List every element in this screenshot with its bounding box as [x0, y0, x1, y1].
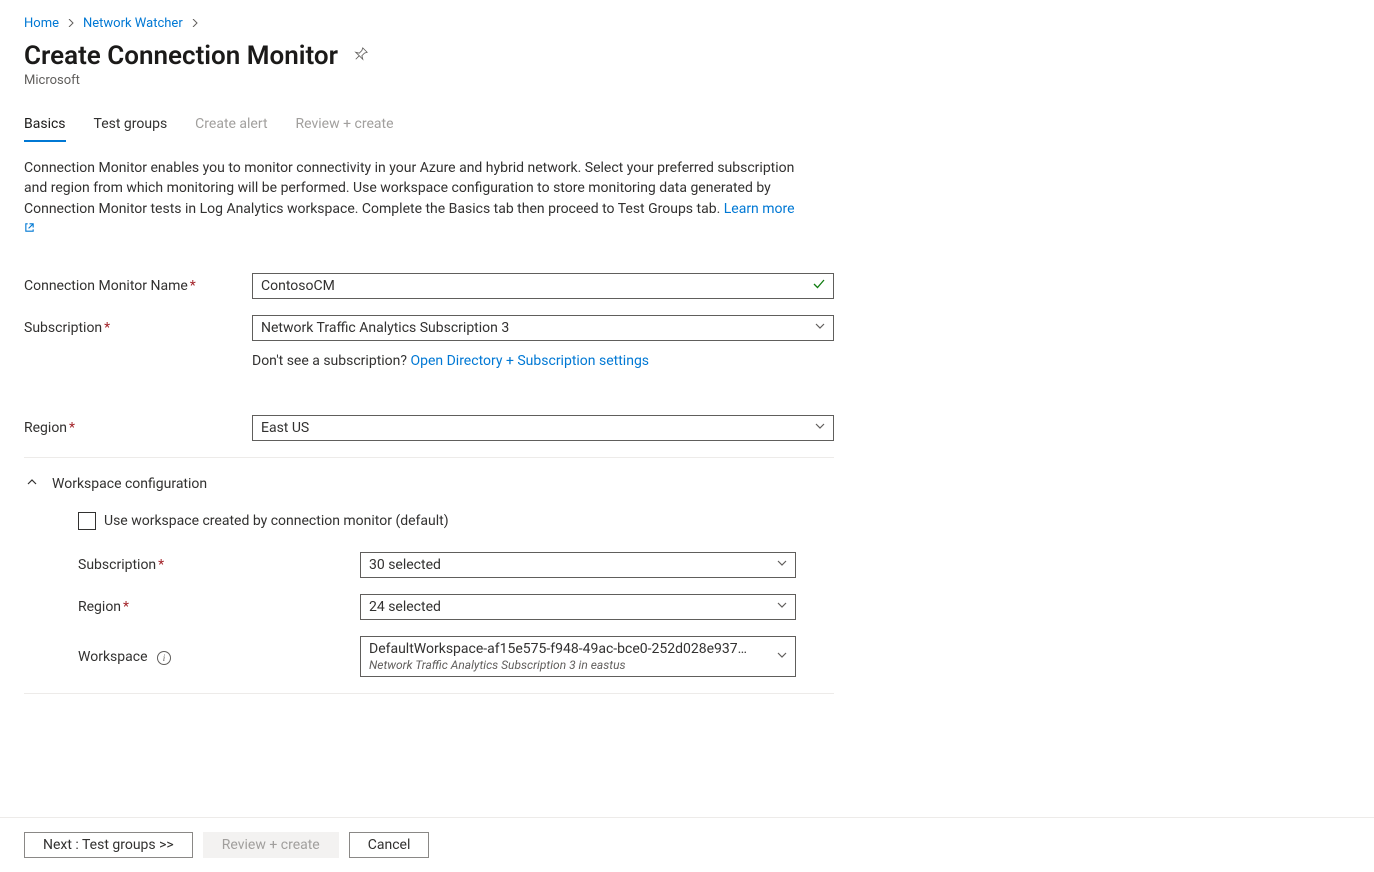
page-subtitle: Microsoft: [24, 73, 1350, 88]
checkmark-icon: [812, 277, 826, 295]
divider: [24, 457, 834, 458]
chevron-up-icon: [24, 476, 40, 492]
breadcrumb-network-watcher[interactable]: Network Watcher: [83, 16, 183, 31]
ws-subscription-select[interactable]: 30 selected: [360, 552, 796, 578]
chevron-right-icon: [191, 16, 199, 31]
info-icon[interactable]: i: [157, 651, 171, 665]
region-label: Region*: [24, 420, 252, 436]
external-link-icon: [24, 223, 35, 236]
review-create-button: Review + create: [203, 832, 339, 858]
ws-subscription-label: Subscription*: [78, 557, 360, 573]
tab-basics[interactable]: Basics: [24, 110, 66, 142]
tab-review-create: Review + create: [296, 110, 394, 142]
tab-test-groups[interactable]: Test groups: [94, 110, 168, 142]
breadcrumb: Home Network Watcher: [24, 16, 1350, 31]
name-input[interactable]: [252, 273, 834, 299]
subscription-helper: Don't see a subscription? Open Directory…: [252, 353, 649, 369]
region-select[interactable]: East US: [252, 415, 834, 441]
workspace-config-expander[interactable]: Workspace configuration: [24, 468, 834, 500]
cancel-button[interactable]: Cancel: [349, 832, 430, 858]
ws-region-select[interactable]: 24 selected: [360, 594, 796, 620]
workspace-config-title: Workspace configuration: [52, 476, 207, 492]
open-directory-link[interactable]: Open Directory + Subscription settings: [410, 353, 649, 369]
next-button[interactable]: Next : Test groups >>: [24, 832, 193, 858]
ws-region-label: Region*: [78, 599, 360, 615]
use-default-workspace-label: Use workspace created by connection moni…: [104, 513, 449, 529]
ws-workspace-subtext: Network Traffic Analytics Subscription 3…: [369, 658, 765, 672]
tabs: Basics Test groups Create alert Review +…: [24, 110, 1350, 142]
chevron-right-icon: [67, 16, 75, 31]
breadcrumb-home[interactable]: Home: [24, 16, 59, 31]
subscription-select[interactable]: Network Traffic Analytics Subscription 3: [252, 315, 834, 341]
divider: [24, 693, 834, 694]
footer-bar: Next : Test groups >> Review + create Ca…: [0, 817, 1374, 872]
subscription-label: Subscription*: [24, 320, 252, 336]
name-label: Connection Monitor Name*: [24, 278, 252, 294]
ws-workspace-label: Workspace i: [78, 649, 360, 665]
ws-workspace-value: DefaultWorkspace-af15e575-f948-49ac-bce0…: [369, 641, 765, 657]
ws-workspace-select[interactable]: DefaultWorkspace-af15e575-f948-49ac-bce0…: [360, 636, 796, 677]
page-title: Create Connection Monitor: [24, 41, 338, 71]
description-text: Connection Monitor enables you to monito…: [24, 158, 804, 239]
tab-create-alert: Create alert: [195, 110, 267, 142]
use-default-workspace-checkbox[interactable]: [78, 512, 96, 530]
pin-icon[interactable]: [354, 47, 368, 65]
